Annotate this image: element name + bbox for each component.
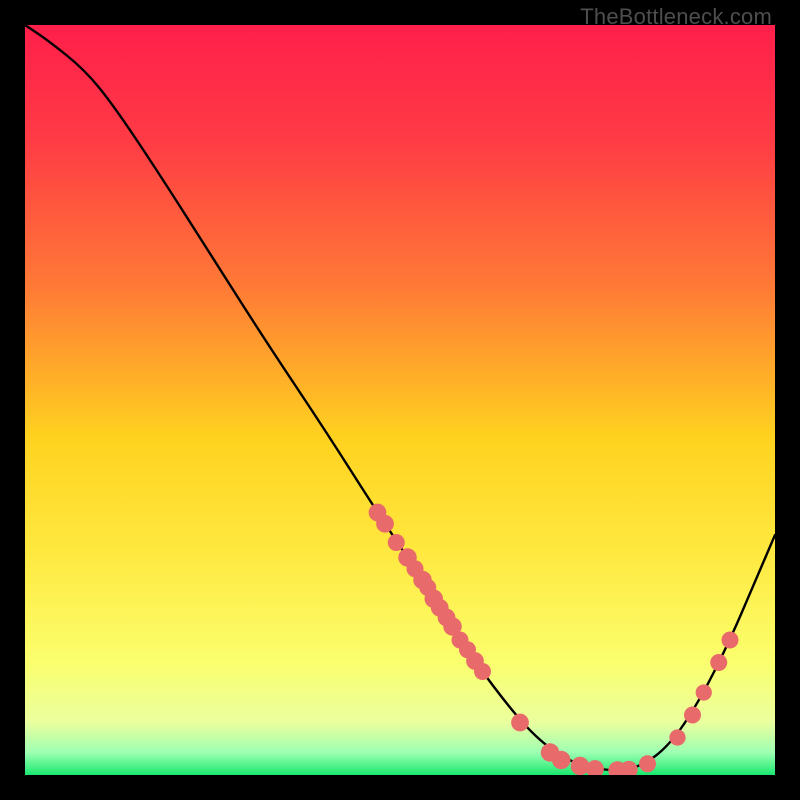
- data-marker: [669, 729, 685, 745]
- data-marker: [388, 534, 405, 551]
- data-marker: [696, 684, 712, 700]
- data-marker: [639, 755, 656, 772]
- chart-frame: TheBottleneck.com: [0, 0, 800, 800]
- chart-svg: [25, 25, 775, 775]
- plot-area: [25, 25, 775, 775]
- data-marker: [552, 751, 571, 770]
- data-marker: [474, 663, 491, 680]
- gradient-background: [25, 25, 775, 775]
- data-marker: [511, 714, 529, 732]
- data-marker: [722, 632, 739, 649]
- data-marker: [376, 515, 394, 533]
- data-marker: [571, 757, 590, 775]
- data-marker: [710, 654, 727, 671]
- data-marker: [684, 707, 701, 724]
